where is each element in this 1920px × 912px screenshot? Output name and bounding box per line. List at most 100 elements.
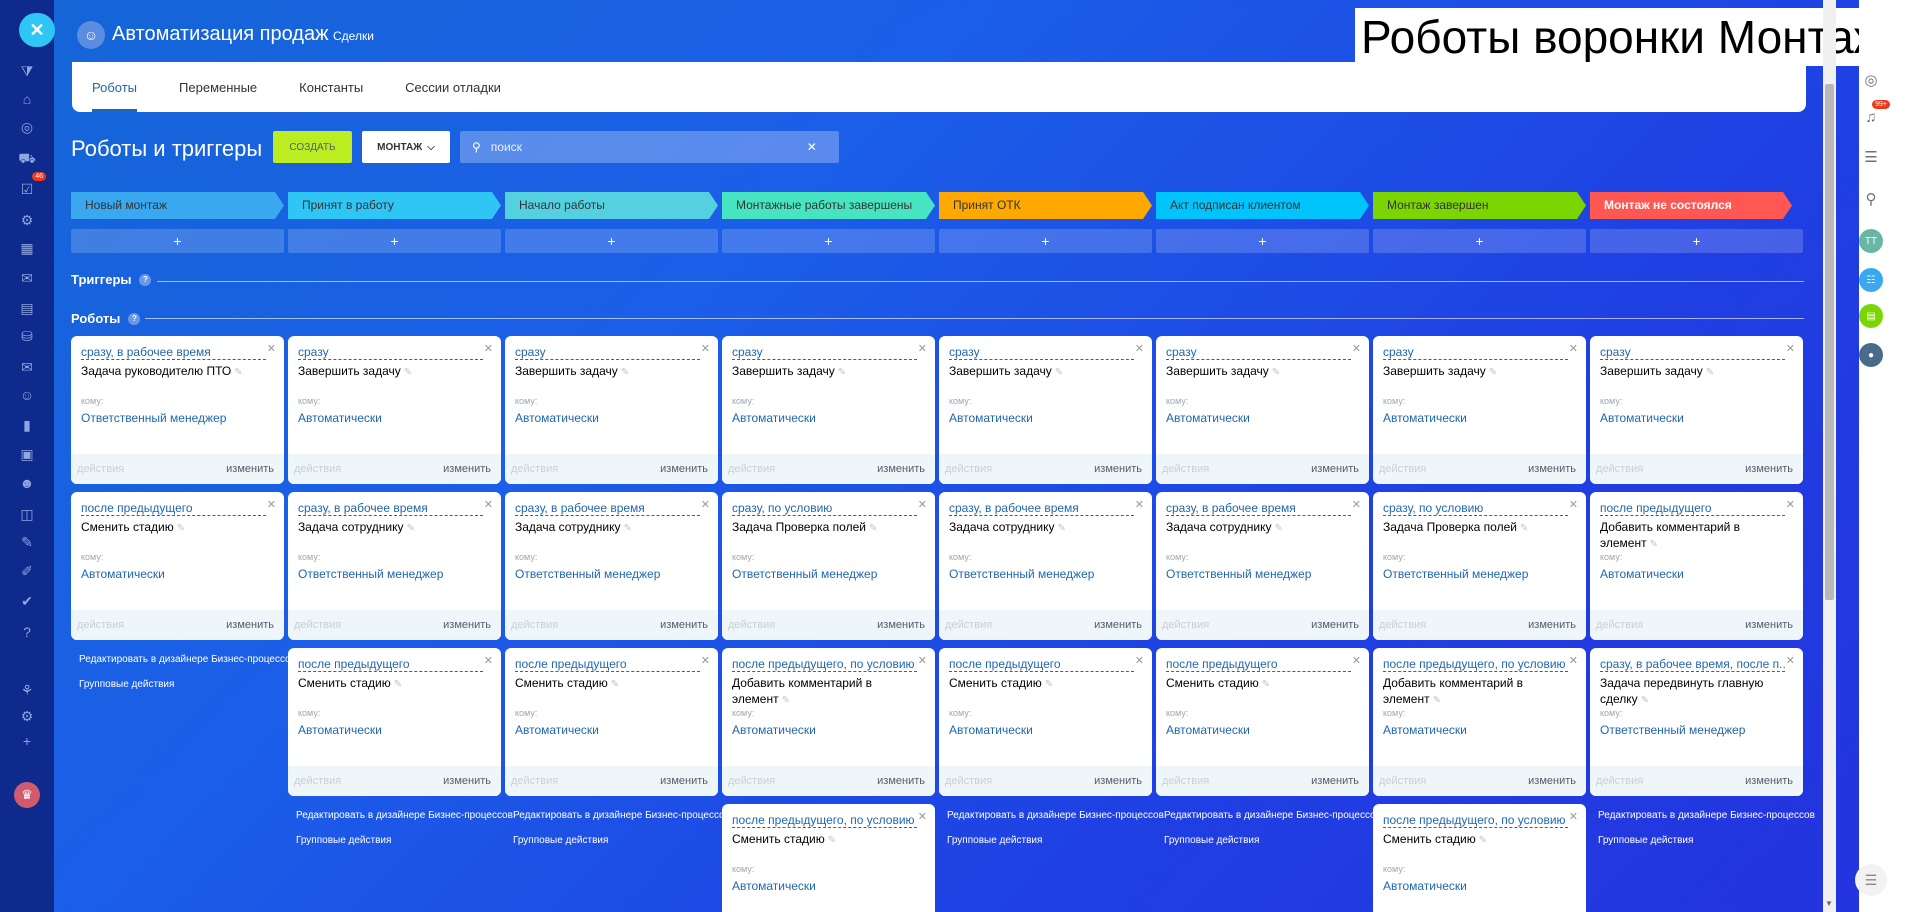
pencil-icon[interactable]: ✎ [1275,523,1283,534]
designer-link[interactable]: Редактировать в дизайнере Бизнес-процесс… [296,810,513,821]
pencil-icon[interactable]: ✎ [1479,835,1487,846]
create-button[interactable]: СОЗДАТЬ [273,131,352,163]
robot-card[interactable]: после предыдущего ✕ Сменить стадию ✎ кому: Ав… [288,648,501,796]
designer-link[interactable]: Редактировать в дизайнере Бизнес-процесс… [947,810,1164,821]
menu-icon[interactable]: ☰ [1855,864,1887,896]
people-icon[interactable]: ☺ [16,384,38,406]
robot-edit-link[interactable]: изменить [1094,619,1142,631]
close-icon[interactable]: ✕ [1786,342,1795,355]
close-icon[interactable]: ✕ [1352,342,1361,355]
close-slider-button[interactable]: ✕ [19,13,55,47]
robot-edit-link[interactable]: изменить [1094,775,1142,787]
close-icon[interactable]: ✕ [918,342,927,355]
robot-responsible[interactable]: Автоматически [732,411,816,425]
robot-condition[interactable]: после предыдущего, по условию [732,813,917,828]
group-actions-link[interactable]: Групповые действия [1164,835,1259,846]
close-icon[interactable]: ✕ [1135,498,1144,511]
stage-header[interactable]: Принят ОТК [939,192,1152,219]
robot-responsible[interactable]: Автоматически [1383,411,1467,425]
stage-header[interactable]: Принят в работу [288,192,501,219]
pencil-icon[interactable]: ✎ [404,367,412,378]
robot-actions-link[interactable]: действия [511,775,558,787]
robot-card[interactable]: после предыдущего ✕ Сменить стадию ✎ кому: Ав… [71,492,284,640]
pencil-icon[interactable]: ✎ [624,523,632,534]
robot-edit-link[interactable]: изменить [443,619,491,631]
pencil-icon[interactable]: ✎ [1045,679,1053,690]
robot-card[interactable]: сразу ✕ Завершить задачу ✎ кому: Автоматическ… [1156,336,1369,484]
robot-card[interactable]: после предыдущего ✕ Сменить стадию ✎ кому: Ав… [1156,648,1369,796]
pencil-icon[interactable]: ✎ [1641,695,1649,706]
close-icon[interactable]: ✕ [484,654,493,667]
robot-condition[interactable]: сразу, в рабочее время [949,501,1134,516]
robot-actions-link[interactable]: действия [1162,619,1209,631]
robot-responsible[interactable]: Автоматически [515,411,599,425]
pencil-icon[interactable]: ✎ [234,367,242,378]
robot-responsible[interactable]: Автоматически [298,723,382,737]
robot-responsible[interactable]: Автоматически [298,411,382,425]
pencil-icon[interactable]: ✎ [1272,367,1280,378]
close-icon[interactable]: ✕ [1352,498,1361,511]
group-actions-link[interactable]: Групповые действия [79,679,174,690]
robot-condition[interactable]: сразу, в рабочее время [515,501,700,516]
drive-icon[interactable]: ⛁ [16,325,38,347]
sign-icon[interactable]: ✎ [16,531,38,553]
add-robot-button[interactable]: + [288,229,501,253]
close-icon[interactable]: ✕ [1569,810,1578,823]
robot-responsible[interactable]: Автоматически [732,879,816,893]
robot-condition[interactable]: сразу, по условию [1383,501,1568,516]
pencil-icon[interactable]: ✎ [407,523,415,534]
robot-card[interactable]: сразу, в рабочее время ✕ Задача сотруднику… [939,492,1152,640]
tab-debug-sessions[interactable]: Сессии отладки [405,62,501,112]
robot-edit-link[interactable]: изменить [877,619,925,631]
robot-actions-link[interactable]: действия [728,775,775,787]
robot-actions-link[interactable]: действия [511,619,558,631]
cart-icon[interactable]: ⛟ [16,148,38,170]
pencil-icon[interactable]: ✎ [1520,523,1528,534]
robot-actions-link[interactable]: действия [511,463,558,475]
group-actions-link[interactable]: Групповые действия [947,835,1042,846]
add-robot-button[interactable]: + [1590,229,1803,253]
robot-card[interactable]: после предыдущего, по условию ✕ Сменить ст… [1373,804,1586,912]
robot-condition[interactable]: сразу [949,345,1134,360]
robot-responsible[interactable]: Ответственный менеджер [1600,723,1745,737]
stage-header[interactable]: Монтаж не состоялся [1590,192,1792,219]
filter-icon[interactable]: ⧩ [16,60,38,82]
robot-responsible[interactable]: Автоматически [949,411,1033,425]
add-robot-button[interactable]: + [505,229,718,253]
scrollbar[interactable]: ▼ [1823,0,1836,912]
robot-card[interactable]: сразу ✕ Завершить задачу ✎ кому: Автоматическ… [722,336,935,484]
robot-actions-link[interactable]: действия [728,619,775,631]
chart-icon[interactable]: ▮ [16,414,38,436]
robot-edit-link[interactable]: изменить [660,619,708,631]
robot-responsible[interactable]: Автоматически [81,567,165,581]
robot-condition[interactable]: после предыдущего, по условию [1383,813,1568,828]
close-icon[interactable]: ✕ [1786,498,1795,511]
close-icon[interactable]: ✕ [1786,654,1795,667]
robot-card[interactable]: сразу ✕ Завершить задачу ✎ кому: Автоматическ… [939,336,1152,484]
robot-actions-link[interactable]: действия [1379,619,1426,631]
robot-condition[interactable]: после предыдущего [298,657,483,672]
robot-actions-link[interactable]: действия [945,619,992,631]
robot-actions-link[interactable]: действия [1379,775,1426,787]
robot-condition[interactable]: сразу, в рабочее время [298,501,483,516]
stage-header[interactable]: Начало работы [505,192,718,219]
robot-responsible[interactable]: Ответственный менеджер [1383,567,1528,581]
robot-edit-link[interactable]: изменить [1528,463,1576,475]
contact-icon[interactable]: ▣ [16,443,38,465]
robot-responsible[interactable]: Автоматически [1600,567,1684,581]
robot-responsible[interactable]: Автоматически [1383,723,1467,737]
close-icon[interactable]: ✕ [701,342,710,355]
robot-responsible[interactable]: Автоматически [1166,723,1250,737]
pencil-icon[interactable]: ✎ [1650,539,1658,550]
robot-edit-link[interactable]: изменить [1528,775,1576,787]
robot-condition[interactable]: после предыдущего, по условию [732,657,917,672]
pencil-icon[interactable]: ✎ [838,367,846,378]
pencil-icon[interactable]: ✎ [1433,695,1441,706]
add-robot-button[interactable]: + [71,229,284,253]
designer-link[interactable]: Редактировать в дизайнере Бизнес-процесс… [1164,810,1381,821]
funnel-select[interactable]: МОНТАЖ ⌵ [362,131,450,163]
scrollbar-thumb[interactable] [1825,84,1834,600]
help-icon[interactable]: ? [139,273,152,286]
pencil-icon[interactable]: ✎ [1055,367,1063,378]
robot-actions-link[interactable]: действия [1596,463,1643,475]
